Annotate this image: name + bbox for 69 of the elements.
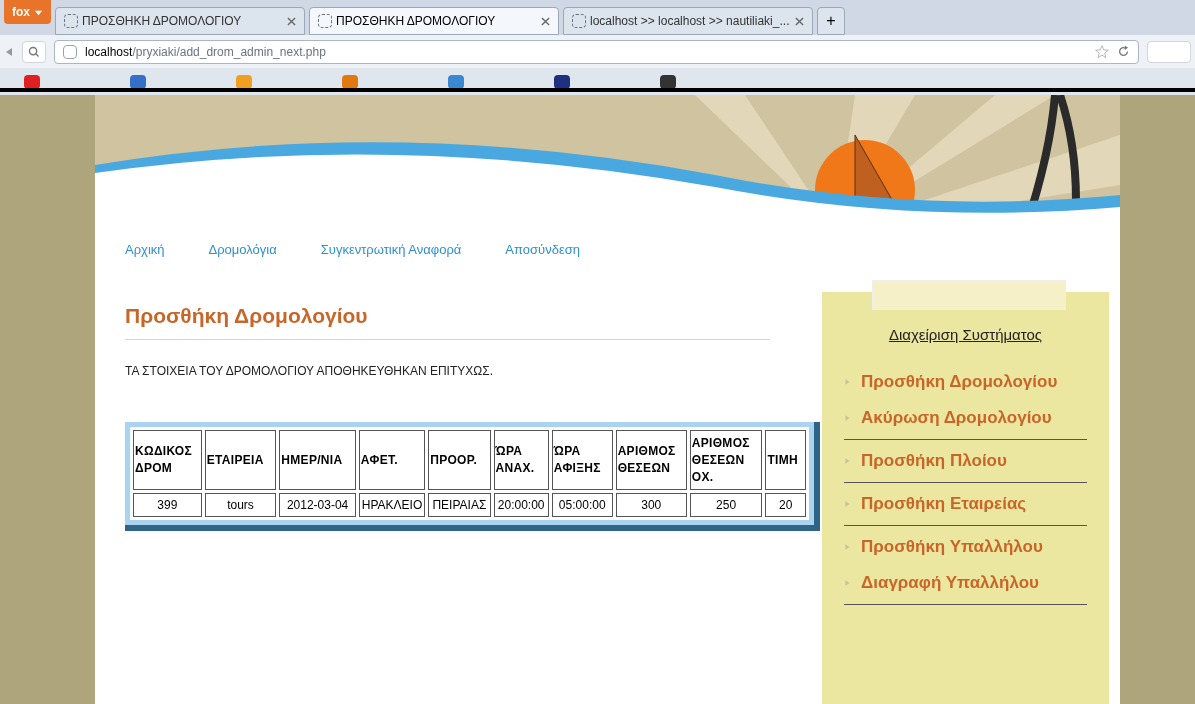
table-cell: 05:00:00: [551, 493, 613, 517]
table-cell: ΗΡΑΚΛΕΙΟ: [358, 493, 426, 517]
bookmark-icon[interactable]: [342, 74, 358, 89]
table-cell: 20: [765, 493, 806, 517]
page-icon: [64, 14, 78, 28]
bookmark-icon[interactable]: [660, 74, 676, 89]
sidebar-link[interactable]: Προσθήκη Εταιρείας: [861, 488, 1027, 519]
nav-link[interactable]: Συγκεντρωτική Αναφορά: [320, 240, 462, 260]
nav-link[interactable]: Δρομολόγια: [208, 240, 277, 260]
bookmark-icon[interactable]: [130, 74, 146, 89]
bullet-icon: [844, 456, 851, 465]
table-cell: ΠΕΙΡΑΙΑΣ: [428, 493, 491, 517]
bullet-icon: [844, 413, 851, 422]
sidebar-link[interactable]: Διαγραφή Υπαλλήλου: [861, 567, 1039, 598]
reload-icon[interactable]: [1117, 45, 1130, 58]
nav-link[interactable]: Αποσύνδεση: [505, 240, 580, 260]
page-icon: [63, 44, 77, 59]
table-cell: tours: [204, 493, 277, 517]
bullet-icon: [844, 499, 851, 508]
search-field[interactable]: [1147, 40, 1191, 63]
table-cell: 399: [133, 493, 202, 517]
table-cell: 20:00:00: [493, 493, 549, 517]
bullet-icon: [844, 542, 851, 551]
page-title: Προσθήκη Δρομολογίου: [125, 299, 770, 340]
column-header: ΚΩΔΙΚΟΣ ΔΡΟΜ: [133, 430, 202, 490]
column-header: ΤΙΜΗ: [765, 430, 806, 490]
browser-tab[interactable]: localhost >> localhost >> nautiliaki_...: [563, 7, 813, 35]
tab-title: ΠΡΟΣΘΗΚΗ ΔΡΟΜΟΛΟΓΙΟΥ: [82, 13, 243, 30]
star-icon[interactable]: [1095, 44, 1109, 59]
sidebar-link[interactable]: Ακύρωση Δρομολογίου: [861, 402, 1052, 433]
page-icon: [318, 14, 332, 28]
column-header: ΗΜΕΡ/ΝΙΑ: [279, 430, 356, 490]
search-icon[interactable]: [22, 40, 46, 63]
sidebar-link[interactable]: Προσθήκη Πλοίου: [861, 445, 1007, 476]
browser-tab[interactable]: ΠΡΟΣΘΗΚΗ ΔΡΟΜΟΛΟΓΙΟΥ: [55, 7, 305, 35]
column-header: ΠΡΟΟΡ.: [428, 430, 491, 490]
back-arrow-icon[interactable]: [4, 46, 14, 57]
address-bar[interactable]: localhost/pryxiaki/add_drom_admin_next.php: [54, 39, 1139, 64]
table-cell: 2012-03-04: [279, 493, 356, 517]
sidebar-link[interactable]: Προσθήκη Υπαλλήλου: [861, 531, 1043, 562]
column-header: ΑΡΙΘΜΟΣ ΘΕΣΕΩΝ ΟΧ.: [689, 430, 763, 490]
sidebar-title: Διαχείριση Συστήματος: [888, 325, 1043, 345]
bookmark-icon[interactable]: [448, 74, 464, 89]
close-icon[interactable]: [287, 16, 296, 26]
bookmark-icon[interactable]: [236, 74, 252, 89]
sidebar-field[interactable]: [872, 280, 1066, 310]
browser-tab[interactable]: ΠΡΟΣΘΗΚΗ ΔΡΟΜΟΛΟΓΙΟΥ: [309, 7, 559, 35]
column-header: ΕΤΑΙΡΕΙΑ: [204, 430, 277, 490]
bullet-icon: [844, 578, 851, 587]
bookmark-icon[interactable]: [554, 74, 570, 89]
menu-button[interactable]: fox: [4, 0, 51, 24]
close-icon[interactable]: [541, 16, 550, 26]
url-text: localhost/pryxiaki/add_drom_admin_next.php: [85, 43, 326, 61]
column-header: ΑΦΕΤ.: [358, 430, 426, 490]
column-header: ΑΡΙΘΜΟΣ ΘΕΣΕΩΝ: [615, 430, 687, 490]
bookmark-icon[interactable]: [24, 74, 40, 89]
page-icon: [572, 14, 586, 28]
column-header: ΏΡΑ ΑΝΑΧ.: [493, 430, 549, 490]
tab-title: ΠΡΟΣΘΗΚΗ ΔΡΟΜΟΛΟΓΙΟΥ: [336, 13, 497, 30]
column-header: ΏΡΑ ΑΦΙΞΗΣ: [551, 430, 613, 490]
table-cell: 250: [689, 493, 763, 517]
bullet-icon: [844, 377, 851, 386]
sidebar-link[interactable]: Προσθήκη Δρομολογίου: [861, 366, 1058, 397]
table-cell: 300: [615, 493, 687, 517]
tab-title: localhost >> localhost >> nautiliaki_...: [590, 13, 791, 30]
nav-link[interactable]: Αρχική: [125, 240, 165, 260]
close-icon[interactable]: [795, 16, 804, 26]
success-message: ΤΑ ΣΤΟΙΧΕΙΑ ΤΟΥ ΔΡΟΜΟΛΟΓΙΟΥ ΑΠΟΘΗΚΕΥΘΗΚΑΝ ΕΠΙΤΥΧΩΣ.: [125, 363, 494, 380]
new-tab-button[interactable]: +: [817, 7, 845, 35]
